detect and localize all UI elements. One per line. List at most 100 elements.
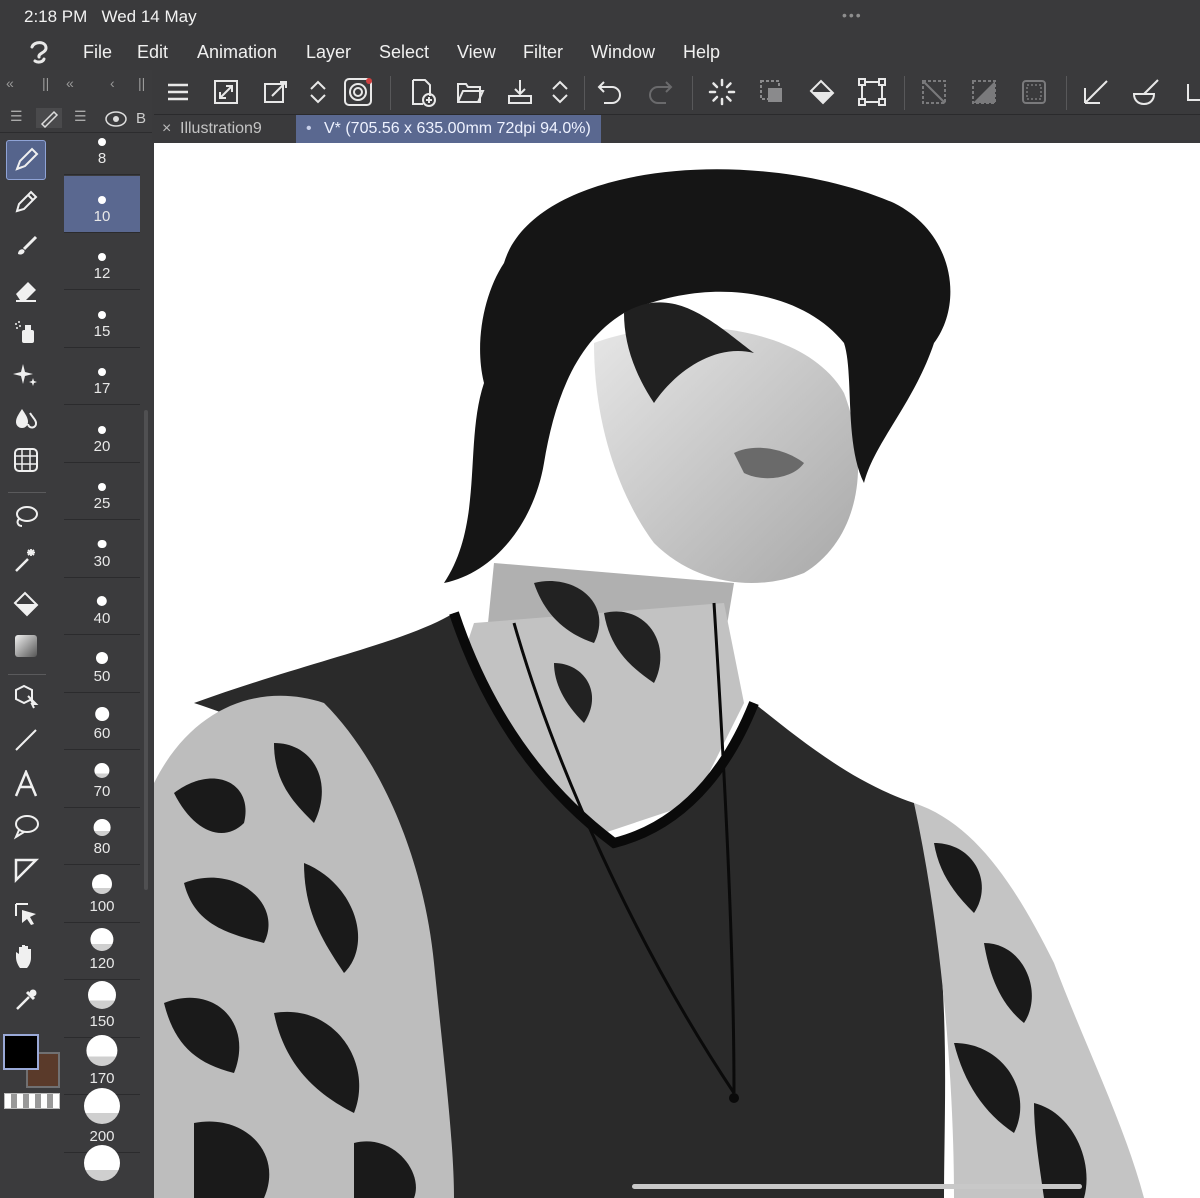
brush-size-item[interactable]: 20: [64, 406, 140, 463]
brush-size-preview-icon: [93, 819, 111, 836]
brush-size-item[interactable]: 150: [64, 980, 140, 1038]
multitask-dots[interactable]: •••: [842, 7, 863, 23]
home-indicator[interactable]: [632, 1184, 1082, 1189]
subpanel-menu-icon[interactable]: ☰: [74, 108, 87, 125]
undo-icon[interactable]: [594, 76, 626, 108]
tab-close-icon[interactable]: ×: [162, 115, 171, 143]
3d-object-tool[interactable]: [6, 676, 46, 716]
balloon-tool[interactable]: [6, 806, 46, 846]
brush-size-preview-icon: [84, 1087, 120, 1124]
brush-size-item[interactable]: 10: [64, 175, 140, 233]
brush-size-panel: 8 10 12 15 17 20 25 30 40 50 60 70 80 100 120 150 170 200: [64, 134, 140, 1198]
brush-size-item[interactable]: 30: [64, 521, 140, 578]
updown-icon[interactable]: [302, 76, 334, 108]
panel-tab-b[interactable]: B: [136, 110, 146, 127]
menu-window[interactable]: Window: [591, 42, 655, 63]
export-icon[interactable]: [504, 76, 536, 108]
chevron-left-icon[interactable]: ‹: [110, 75, 115, 91]
border-icon[interactable]: [1018, 76, 1050, 108]
decoration-tool[interactable]: [6, 354, 46, 394]
main-color-swatch[interactable]: [3, 1034, 39, 1070]
brush-size-item[interactable]: 70: [64, 751, 140, 808]
pencil-tool[interactable]: [6, 182, 46, 222]
bounding-icon[interactable]: [856, 76, 888, 108]
deselect-icon[interactable]: [918, 76, 950, 108]
menu-filter[interactable]: Filter: [523, 42, 563, 63]
fill-icon[interactable]: [806, 76, 838, 108]
lasso-tool[interactable]: [6, 496, 46, 536]
hand-tool[interactable]: [6, 936, 46, 976]
line-tool[interactable]: [6, 720, 46, 760]
eyedropper-tool[interactable]: [6, 980, 46, 1020]
eraser-tool[interactable]: [6, 270, 46, 310]
brush-size-item[interactable]: [64, 1145, 140, 1198]
tab-active-document[interactable]: • V* (705.56 x 635.00mm 72dpi 94.0%): [296, 115, 601, 143]
transform-icon[interactable]: [260, 76, 292, 108]
collapse-left-icon[interactable]: «: [6, 75, 14, 91]
brush-size-item[interactable]: 40: [64, 578, 140, 635]
brush-size-panel-icon[interactable]: [104, 110, 128, 128]
brush-size-item[interactable]: 80: [64, 808, 140, 865]
brush-size-item[interactable]: 200: [64, 1087, 140, 1153]
open-icon[interactable]: [454, 76, 486, 108]
text-tool[interactable]: [6, 764, 46, 804]
menu-help[interactable]: Help: [683, 42, 720, 63]
panel-divider-icon[interactable]: ||: [42, 75, 49, 91]
brush-size-label: 8: [97, 150, 107, 167]
figure-grid-tool[interactable]: [6, 440, 46, 480]
fill-tool[interactable]: [6, 584, 46, 624]
brush-size-item[interactable]: 17: [64, 348, 140, 405]
loading-icon[interactable]: [706, 76, 738, 108]
menu-file[interactable]: File: [83, 42, 112, 63]
gradient-icon: [15, 635, 37, 657]
brush-size-item[interactable]: 12: [64, 233, 140, 290]
airbrush-tool[interactable]: [6, 312, 46, 352]
panel-menu-icon[interactable]: ☰: [10, 108, 23, 125]
tab-label: Illustration9: [180, 120, 262, 137]
brush-size-item[interactable]: 120: [64, 923, 140, 980]
collapse-left-icon-2[interactable]: «: [66, 75, 74, 91]
paint-icon[interactable]: [1130, 76, 1162, 108]
auto-select-tool[interactable]: [6, 540, 46, 580]
new-file-icon[interactable]: [406, 76, 438, 108]
gradient-tool[interactable]: [6, 626, 46, 666]
brush-size-item[interactable]: 8: [64, 134, 140, 175]
menu-view[interactable]: View: [457, 42, 496, 63]
brush-panel-scrollbar[interactable]: [144, 410, 148, 890]
spiral-icon[interactable]: [342, 76, 374, 108]
fit-icon[interactable]: [210, 76, 242, 108]
brush-size-item[interactable]: 60: [64, 693, 140, 750]
app-logo-icon[interactable]: [26, 39, 52, 65]
brush-size-item[interactable]: 50: [64, 636, 140, 693]
brush-size-label: 40: [93, 610, 111, 627]
frame-border-tool[interactable]: [6, 850, 46, 890]
updown2-icon[interactable]: [544, 76, 576, 108]
panel-divider-icon-2[interactable]: ||: [138, 75, 145, 91]
toolbar-separator: [390, 76, 391, 110]
clear-icon[interactable]: [968, 76, 1000, 108]
menu-icon[interactable]: [162, 76, 194, 108]
tab-label-active: V* (705.56 x 635.00mm 72dpi 94.0%): [324, 120, 591, 137]
drawing-canvas[interactable]: [154, 143, 1200, 1198]
brush-size-item[interactable]: 170: [64, 1034, 140, 1095]
tab-illustration9[interactable]: × Illustration9: [154, 115, 294, 143]
operation-tool[interactable]: [6, 894, 46, 934]
transparent-color-swatch[interactable]: [4, 1093, 60, 1109]
brush-size-item[interactable]: 25: [64, 463, 140, 520]
operation-cursor-icon: [15, 903, 36, 925]
more-tools-icon[interactable]: [1180, 76, 1200, 108]
brush-tool[interactable]: [6, 226, 46, 266]
brush-size-item[interactable]: 100: [64, 866, 140, 923]
pen-tool[interactable]: [6, 140, 46, 180]
menu-edit[interactable]: Edit: [137, 42, 168, 63]
pen-panel-icon[interactable]: [36, 108, 62, 128]
brush-size-item[interactable]: 15: [64, 291, 140, 348]
ruler-icon[interactable]: [1080, 76, 1112, 108]
menu-select[interactable]: Select: [379, 42, 429, 63]
menu-layer[interactable]: Layer: [306, 42, 351, 63]
toolbar-separator-5: [1066, 76, 1067, 110]
redo-icon[interactable]: [644, 76, 676, 108]
select-invert-icon[interactable]: [756, 76, 788, 108]
menu-animation[interactable]: Animation: [197, 42, 277, 63]
blend-tool[interactable]: [6, 398, 46, 438]
